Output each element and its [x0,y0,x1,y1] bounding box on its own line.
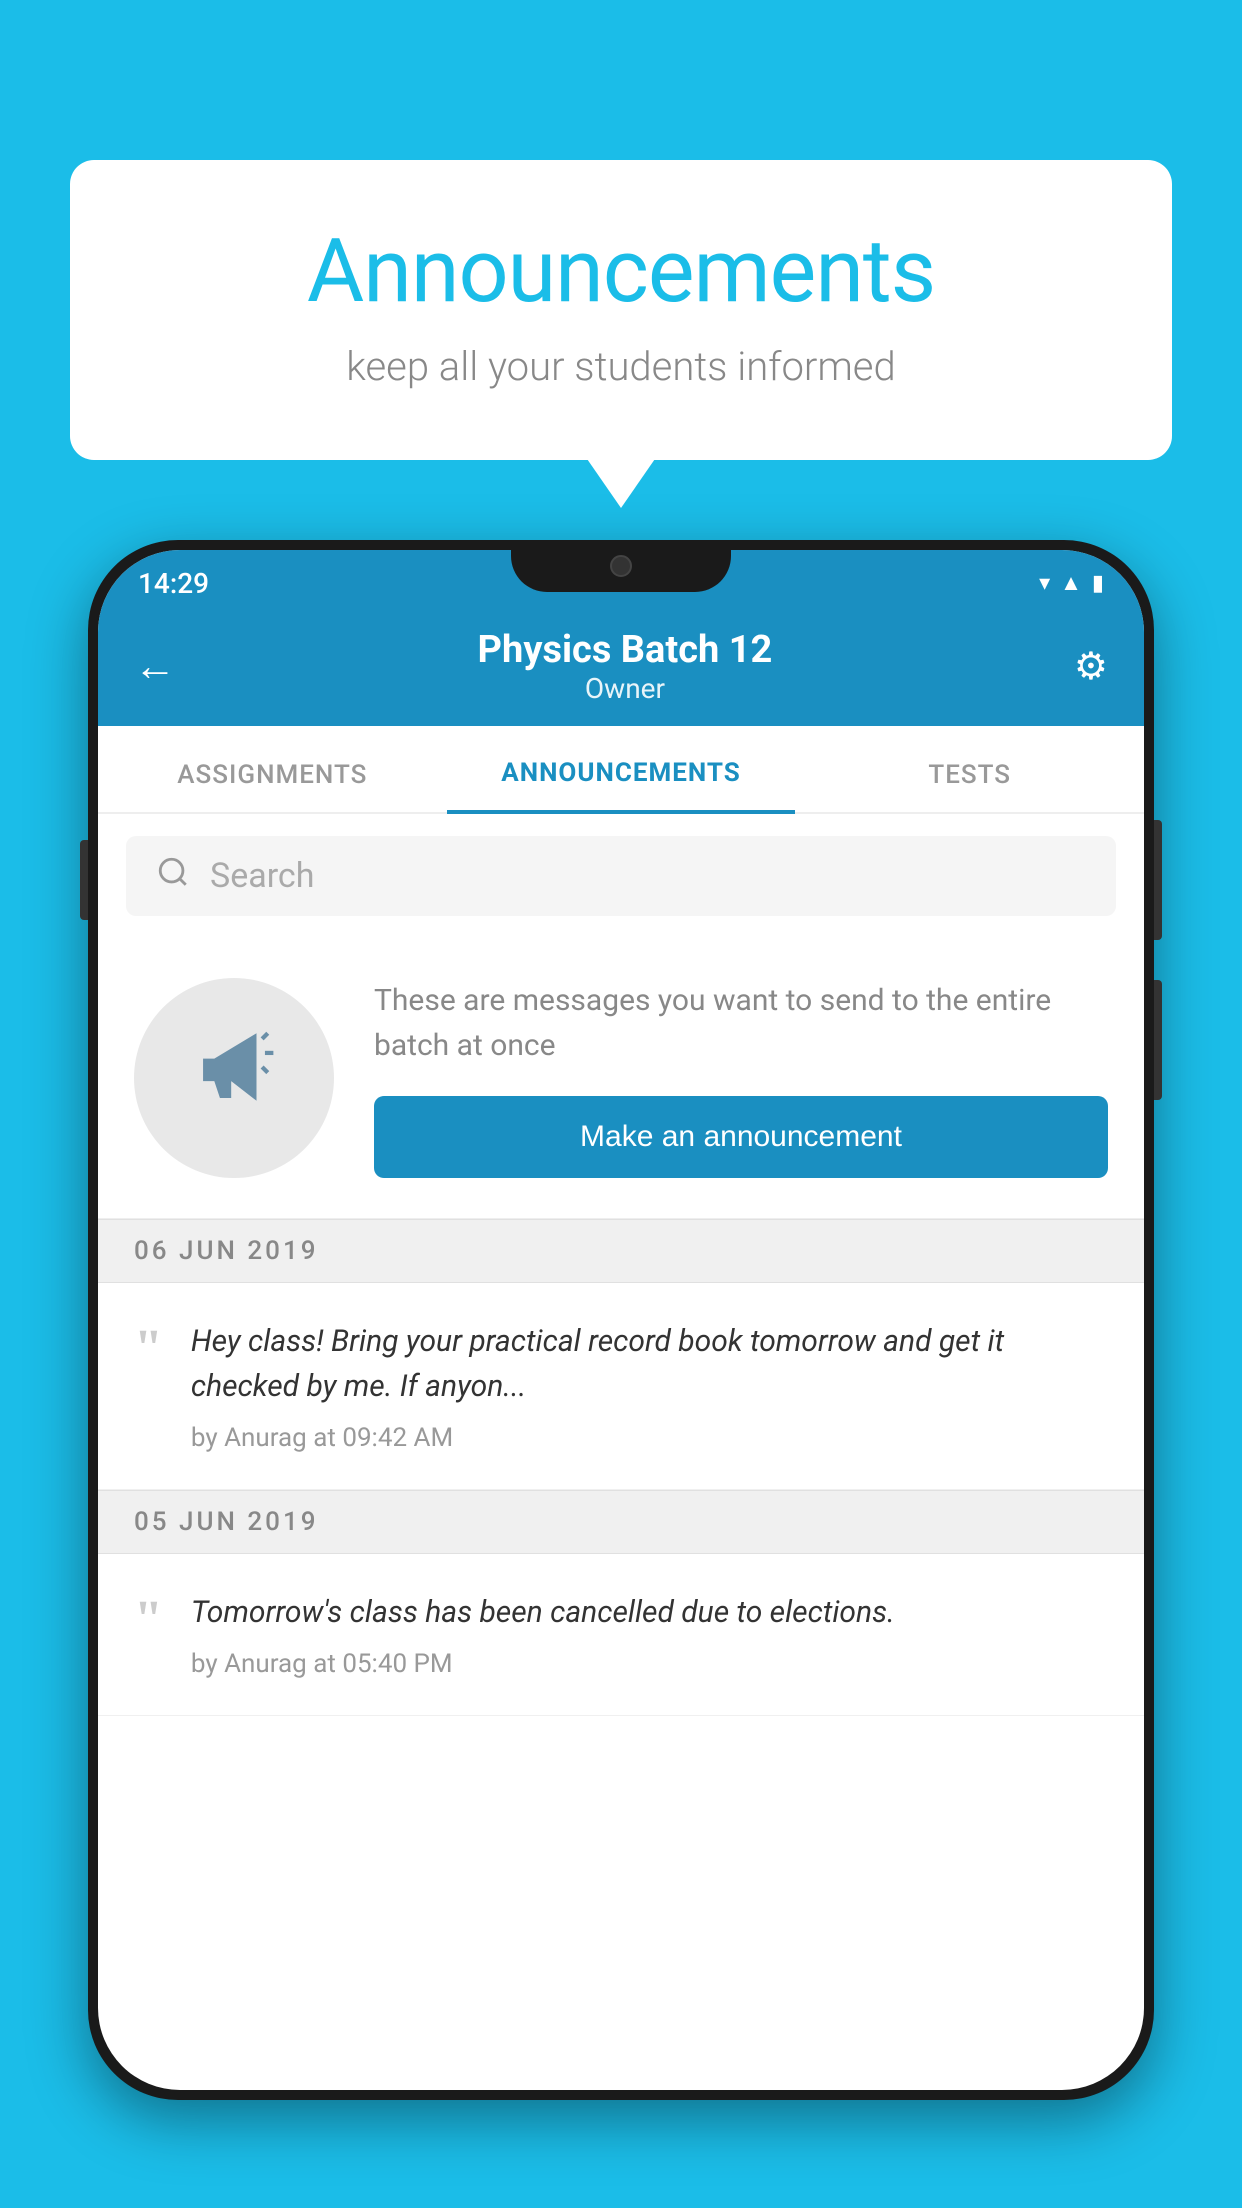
search-icon [156,855,190,898]
announcement-icon-circle [134,978,334,1178]
announcement-right: These are messages you want to send to t… [374,978,1108,1178]
announcement-content-2: Tomorrow's class has been cancelled due … [191,1590,1108,1679]
back-button[interactable]: ← [134,642,176,691]
announcement-item-2[interactable]: " Tomorrow's class has been cancelled du… [98,1554,1144,1716]
tab-announcements[interactable]: ANNOUNCEMENTS [447,758,796,814]
tab-bar: ASSIGNMENTS ANNOUNCEMENTS TESTS [98,726,1144,814]
bubble-title: Announcements [150,220,1092,323]
make-announcement-button[interactable]: Make an announcement [374,1096,1108,1178]
announcement-item-1[interactable]: " Hey class! Bring your practical record… [98,1283,1144,1490]
header-title-section: Physics Batch 12 Owner [478,628,773,705]
speech-bubble: Announcements keep all your students inf… [70,160,1172,460]
side-button-right-1 [1154,820,1162,940]
tab-assignments[interactable]: ASSIGNMENTS [98,760,447,812]
announcement-meta-1: by Anurag at 09:42 AM [191,1423,1108,1453]
search-placeholder: Search [210,856,314,896]
date-label-1: 06 JUN 2019 [134,1236,319,1266]
tab-tests[interactable]: TESTS [795,760,1144,812]
status-time: 14:29 [138,567,209,600]
settings-button[interactable]: ⚙ [1074,644,1108,689]
batch-title: Physics Batch 12 [478,628,773,672]
speech-bubble-section: Announcements keep all your students inf… [70,160,1172,460]
announcement-meta-2: by Anurag at 05:40 PM [191,1649,1108,1679]
date-section-1: 06 JUN 2019 [98,1219,1144,1283]
bubble-subtitle: keep all your students informed [150,343,1092,390]
phone-notch [511,540,731,592]
phone-container: 14:29 ▾ ▲ ▮ ← Physics Batch 12 Owner ⚙ A… [88,540,1154,2208]
signal-icon: ▲ [1060,570,1082,596]
announcement-description: These are messages you want to send to t… [374,978,1108,1068]
quote-icon-1: " [134,1323,163,1453]
quote-icon-2: " [134,1594,163,1679]
search-bar[interactable]: Search [126,836,1116,916]
side-button-left [80,840,88,920]
phone-screen: 14:29 ▾ ▲ ▮ ← Physics Batch 12 Owner ⚙ A… [98,550,1144,2090]
status-icons: ▾ ▲ ▮ [1039,570,1104,596]
search-container: Search [98,814,1144,938]
wifi-icon: ▾ [1039,571,1050,596]
camera [610,555,632,577]
megaphone-icon [189,1022,279,1134]
announcement-prompt: These are messages you want to send to t… [98,938,1144,1219]
date-section-2: 05 JUN 2019 [98,1490,1144,1554]
date-label-2: 05 JUN 2019 [134,1507,319,1537]
announcement-text-1: Hey class! Bring your practical record b… [191,1319,1108,1409]
battery-icon: ▮ [1092,571,1104,596]
phone-frame: 14:29 ▾ ▲ ▮ ← Physics Batch 12 Owner ⚙ A… [88,540,1154,2100]
announcement-text-2: Tomorrow's class has been cancelled due … [191,1590,1108,1635]
announcement-content-1: Hey class! Bring your practical record b… [191,1319,1108,1453]
side-button-right-2 [1154,980,1162,1100]
batch-subtitle: Owner [478,672,773,705]
app-header: ← Physics Batch 12 Owner ⚙ [98,606,1144,726]
